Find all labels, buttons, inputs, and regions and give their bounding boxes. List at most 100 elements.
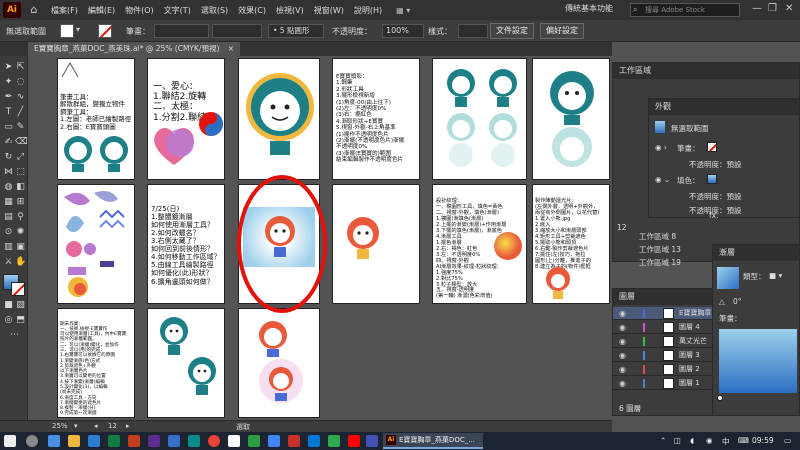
stock-search-input[interactable]: ⌕ 搜尋 Adobe Stock <box>630 3 740 17</box>
hand-tool-icon[interactable]: ✋ <box>15 257 26 268</box>
menu-select[interactable]: 選取(S) <box>201 5 228 16</box>
artboards-panel-title[interactable]: 工作區域 <box>613 63 799 79</box>
preferences-button[interactable]: 偏好設定 <box>540 23 584 39</box>
volume-icon[interactable]: ◖ <box>690 436 694 445</box>
layer-row[interactable]: ◉ E寶寶胸章 <box>613 307 723 320</box>
live-paint-tool-icon[interactable]: ◧ <box>15 182 26 193</box>
layer-row[interactable]: ◉ 圖層 1 <box>613 377 723 390</box>
width-tool-icon[interactable]: ⋈ <box>3 167 14 178</box>
layer-name[interactable]: 圖層 2 <box>679 363 700 376</box>
stroke-color-box[interactable] <box>11 282 25 296</box>
appearance-stroke-swatch[interactable] <box>707 142 717 152</box>
mesh-tool-icon[interactable]: ⊞ <box>15 197 26 208</box>
graph-tool-icon[interactable]: ▥ <box>3 242 14 253</box>
appearance-opacity-2[interactable]: 不透明度：預設 <box>689 191 742 202</box>
shaper-tool-icon[interactable]: ✍ <box>3 137 14 148</box>
artboard-1[interactable]: 筆畫工具： 解散群組，變獨立物件 鋼筆工具： 1.左圖：老師已繪製路徑 2.右圖：E寶寶… <box>57 58 135 180</box>
ime-icon[interactable]: ⌨ <box>738 436 749 445</box>
fill-swatch[interactable] <box>60 24 74 38</box>
document-tab[interactable]: E寶寶胸章_燕菓DOC_燕美珠.ai* @ 25% (CMYK/預視) × <box>28 42 241 56</box>
appearance-fill-swatch[interactable] <box>707 174 717 184</box>
artboard-2[interactable]: 一、愛心： 1.聯結2.旋轉 二、太極： 1.分割2.聯結 <box>147 58 225 180</box>
layer-name[interactable]: 萬丈光芒 <box>679 335 707 348</box>
workspace-label[interactable]: 傳統基本功能 <box>565 3 613 14</box>
layer-name[interactable]: 圖層 4 <box>679 321 700 334</box>
curvature-tool-icon[interactable]: ∿ <box>15 92 26 103</box>
gradient-panel-title[interactable]: 漸層 <box>713 245 799 261</box>
gradient-angle-value[interactable]: 0° <box>733 297 742 306</box>
artboard-3[interactable] <box>238 58 320 180</box>
slice-tool-icon[interactable]: ⚔ <box>3 257 14 268</box>
menu-object[interactable]: 物件(O) <box>125 5 154 16</box>
task-view-icon[interactable] <box>48 435 60 447</box>
tab-close-icon[interactable]: × <box>228 44 234 53</box>
style-dropdown[interactable] <box>458 24 488 38</box>
free-transform-tool-icon[interactable]: ⬚ <box>15 167 26 178</box>
layer-name[interactable]: 圖層 1 <box>679 377 700 390</box>
direct-selection-tool-icon[interactable]: ⇱ <box>15 62 26 73</box>
artboard-11[interactable]: 設計紋理： 一、橢圓形工具，填色=黃色 二、視窗-外觀，填色(漸層) 1.擴圖(漸填色… <box>432 184 527 304</box>
word-icon[interactable] <box>88 435 100 447</box>
edge-icon[interactable] <box>188 435 200 447</box>
stroke-visibility-icon[interactable]: ◉ › <box>655 143 667 152</box>
zoom-dropdown-icon[interactable]: ▾ <box>74 422 78 430</box>
document-setup-button[interactable]: 文件設定 <box>490 23 534 39</box>
onenote-icon[interactable] <box>148 435 160 447</box>
tray-chevron-icon[interactable]: ⌃ <box>660 436 666 445</box>
artboard-15[interactable] <box>238 308 320 418</box>
windows-start-icon[interactable] <box>4 435 16 447</box>
status-mode[interactable]: 選取 <box>236 422 250 432</box>
gradient-stop[interactable] <box>717 395 723 401</box>
draw-mode-icon[interactable]: ◎ <box>3 315 14 326</box>
symbol-sprayer-tool-icon[interactable]: ✺ <box>15 227 26 238</box>
appearance-opacity-1[interactable]: 不透明度：預設 <box>689 159 742 170</box>
color-mode-icon[interactable]: ■ <box>3 300 14 311</box>
minimize-icon[interactable]: — <box>752 3 762 14</box>
rotate-tool-icon[interactable]: ↻ <box>3 152 14 163</box>
menu-effect[interactable]: 效果(C) <box>238 5 266 16</box>
artboard-row-13[interactable]: 工作區域 13 <box>639 244 681 255</box>
eye-icon[interactable]: ◉ <box>619 363 626 376</box>
eyedropper-tool-icon[interactable]: ⚲ <box>15 212 26 223</box>
gradient-mode-icon[interactable]: ▨ <box>15 300 26 311</box>
input-language[interactable]: 中 <box>722 436 730 447</box>
whatsapp-icon[interactable] <box>328 435 340 447</box>
chrome-icon[interactable] <box>208 435 220 447</box>
home-icon[interactable]: ⌂ <box>27 3 41 17</box>
zoom-level[interactable]: 25% <box>52 422 68 430</box>
artboard-4[interactable]: E寶寶頭影： 1.鋼筆 2.形狀工具 3.擺形檢視新增 (1)角度-00(由上往下) (2… <box>332 58 420 180</box>
layer-name[interactable]: E寶寶胸章 <box>679 307 711 320</box>
artboard-6[interactable] <box>532 58 610 180</box>
artboard-12[interactable]: 製作陣動還光片： (左側外層，透明+外觀外， 兩從有外側圖片，以花代替) 1.置入小熊… <box>532 184 610 304</box>
gmail-icon[interactable] <box>228 435 240 447</box>
line-tool-icon[interactable]: ╱ <box>15 107 26 118</box>
next-artboard-icon[interactable]: ▸ <box>126 422 130 430</box>
appearance-panel-title[interactable]: 外觀 <box>649 99 799 115</box>
appearance-fx-button[interactable]: fx. <box>709 211 718 220</box>
layer-row[interactable]: ◉ 圖層 2 <box>613 363 723 376</box>
youtube-icon[interactable] <box>348 435 360 447</box>
excel-icon[interactable] <box>108 435 120 447</box>
brush-dropdown[interactable]: • 5 點圓形 <box>268 24 324 38</box>
photos-icon[interactable] <box>366 435 378 447</box>
artboard-row-8[interactable]: 工作區域 8 <box>639 231 676 242</box>
artboard-row-19[interactable]: 工作區域 19 <box>639 257 681 268</box>
gradient-ramp[interactable] <box>719 329 797 393</box>
eraser-tool-icon[interactable]: ⌫ <box>15 137 28 148</box>
eye-icon[interactable]: ◉ <box>619 321 626 334</box>
magic-wand-tool-icon[interactable]: ✦ <box>3 77 14 88</box>
type-tool-icon[interactable]: T <box>3 107 14 118</box>
eye-icon[interactable]: ◉ <box>619 335 626 348</box>
notification-icon[interactable]: ▭ <box>784 436 791 445</box>
scale-tool-icon[interactable]: ⤢ <box>15 152 26 163</box>
workspace-switcher-icon[interactable]: ▦ ▾ <box>396 6 410 15</box>
gradient-type-dropdown-icon[interactable]: ■ ▾ <box>769 271 782 280</box>
menu-help[interactable]: 說明(H) <box>354 5 382 16</box>
stroke-weight-field[interactable] <box>154 24 209 38</box>
search-taskbar-icon[interactable] <box>26 435 38 447</box>
shape-builder-tool-icon[interactable]: ◍ <box>3 182 14 193</box>
outlook-icon[interactable] <box>308 435 320 447</box>
artboard-14[interactable] <box>147 308 225 418</box>
wechat-icon[interactable]: ◉ <box>706 436 713 445</box>
artboard-13[interactable]: 期末作業： 一、技術.檢視-E寶寶作 可以使用漸層(工具)，內中E寶寶 照片的漸層範圍… <box>57 308 135 418</box>
